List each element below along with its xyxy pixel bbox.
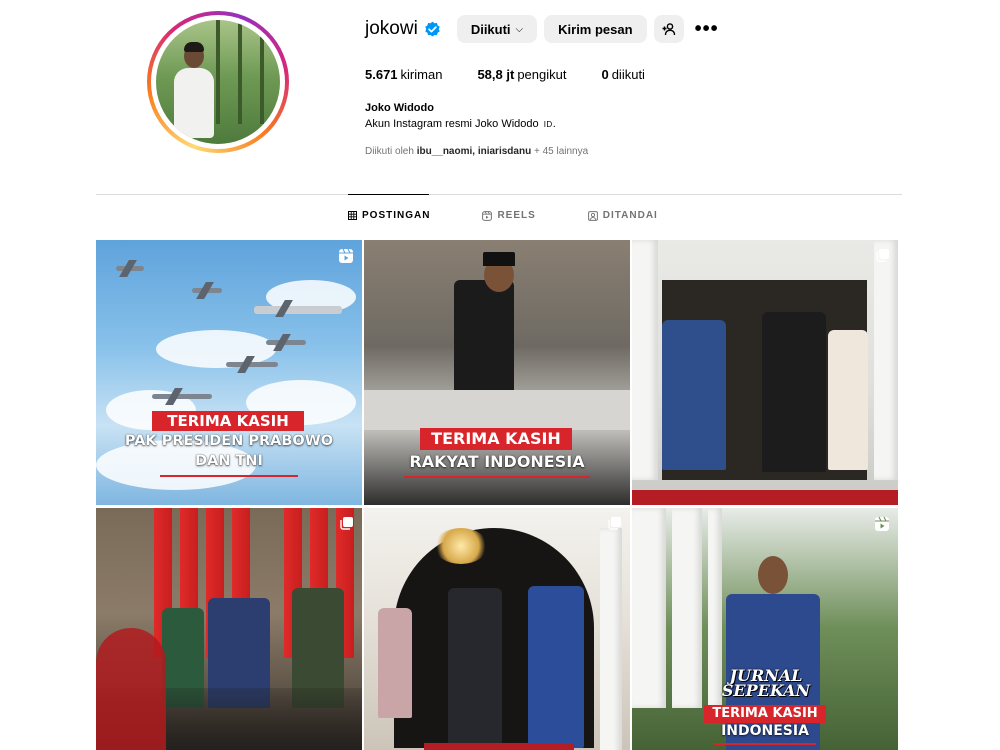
tabs-divider	[96, 194, 902, 195]
chandelier-shape	[434, 528, 488, 564]
reel-icon	[875, 516, 889, 531]
suggest-users-button[interactable]	[653, 15, 684, 43]
carousel-icon	[608, 517, 621, 530]
pillar-shape	[874, 240, 898, 480]
profile-username[interactable]: jokowi	[365, 18, 418, 40]
avatar-tree	[260, 20, 264, 124]
tab-tagged-label: DITANDAI	[602, 210, 658, 221]
post-caption-line: INDONESIA	[721, 723, 809, 739]
stat-followers-label: pengikut	[517, 67, 567, 82]
photo-subject	[762, 312, 826, 472]
jet-shape	[254, 306, 342, 314]
post-tile[interactable]	[632, 240, 898, 505]
red-carpet	[424, 743, 574, 750]
profile-stats: 5.671 kiriman 58,8 jt pengikut 0 diikuti	[365, 67, 680, 82]
grid-icon	[348, 211, 357, 220]
tagged-icon	[587, 210, 598, 221]
photo-subject	[528, 586, 584, 748]
jet-shape	[192, 288, 222, 293]
blurred-foreground	[96, 628, 166, 750]
chevron-down-icon: ⌵	[515, 23, 524, 35]
profile-full-name: Joko Widodo	[365, 102, 434, 114]
profile-bio: Akun Instagram resmi Joko Widodo ID.	[365, 118, 556, 130]
pillar-shape	[600, 528, 622, 750]
followed-by-users[interactable]: ibu__naomi, iniarisdanu	[417, 146, 531, 157]
bio-flag: ID	[543, 120, 553, 129]
post-underline	[404, 476, 590, 478]
stat-posts-value: 5.671	[365, 67, 398, 82]
posts-grid: TERIMA KASIH PAK PRESIDEN PRABOWO DAN TN…	[96, 240, 902, 750]
stat-followers-value: 58,8 jt	[477, 67, 515, 82]
avatar-person-hair	[184, 42, 204, 52]
avatar-photo	[156, 20, 280, 144]
stat-following-label: diikuti	[611, 67, 645, 82]
stat-posts: 5.671 kiriman	[365, 67, 442, 82]
avatar-tree	[216, 20, 220, 124]
post-tile[interactable]: JURNAL SEPEKAN TERIMA KASIH INDONESIA	[632, 508, 898, 750]
post-banner: TERIMA KASIH	[420, 428, 572, 450]
post-caption-line: PAK PRESIDEN PRABOWO	[124, 433, 334, 449]
stat-posts-label: kiriman	[400, 67, 443, 82]
followed-by-suffix: + 45 lainnya	[533, 146, 589, 157]
tab-reels-label: REELS	[497, 210, 536, 221]
carousel-icon	[876, 249, 889, 262]
carousel-icon	[340, 517, 353, 530]
photo-subject	[378, 608, 412, 718]
following-button-label: Diikuti	[470, 21, 511, 37]
jet-shape	[152, 394, 212, 399]
photo-subject	[448, 588, 502, 748]
photo-subject	[828, 330, 868, 470]
send-message-label: Kirim pesan	[558, 21, 633, 37]
avatar-person	[174, 68, 214, 138]
post-tile[interactable]: TERIMA KASIH PAK PRESIDEN PRABOWO DAN TN…	[96, 240, 362, 505]
profile-bio-text: Akun Instagram resmi Joko Widodo	[365, 118, 539, 130]
followed-by[interactable]: Diikuti oleh ibu__naomi, iniarisdanu + 4…	[365, 146, 588, 157]
jet-shape	[116, 266, 144, 271]
post-underline	[714, 743, 816, 745]
post-tile[interactable]	[364, 508, 630, 750]
post-banner: TERIMA KASIH	[152, 411, 304, 431]
pillar-shape	[632, 240, 658, 480]
red-carpet	[632, 490, 898, 505]
jurnal-title-line: SEPEKAN	[721, 681, 811, 700]
reel-icon	[339, 248, 353, 263]
tab-posts-label: POSTINGAN	[362, 210, 431, 221]
post-tile[interactable]	[96, 508, 362, 750]
post-banner: TERIMA KASIH	[704, 705, 826, 723]
stat-following-value: 0	[601, 67, 609, 82]
photo-subject	[454, 280, 514, 400]
add-person-icon	[662, 22, 675, 35]
profile-avatar[interactable]	[147, 11, 289, 153]
tab-tagged[interactable]: DITANDAI	[587, 210, 658, 221]
active-tab-indicator	[348, 194, 429, 195]
car-roof	[364, 390, 630, 430]
post-caption-line: DAN TNI	[195, 453, 263, 469]
profile-header-row: jokowi Diikuti ⌵ Kirim pesan •••	[365, 14, 719, 44]
avatar-tree	[238, 20, 242, 124]
stat-following[interactable]: 0 diikuti	[601, 67, 644, 82]
avatar-border	[151, 15, 285, 149]
pillar-shape	[632, 508, 666, 708]
verified-badge-icon	[425, 21, 440, 36]
send-message-button[interactable]: Kirim pesan	[544, 15, 647, 43]
jet-shape	[266, 340, 306, 345]
profile-tabs: POSTINGAN REELS DITANDAI	[348, 210, 710, 221]
reels-icon	[482, 210, 493, 221]
post-tile[interactable]: TERIMA KASIH RAKYAT INDONESIA	[364, 240, 630, 505]
following-button[interactable]: Diikuti ⌵	[456, 15, 538, 43]
post-caption-line: RAKYAT INDONESIA	[409, 452, 585, 471]
jet-shape	[226, 362, 278, 367]
stat-followers[interactable]: 58,8 jt pengikut	[477, 67, 566, 82]
pillar-shape	[672, 508, 702, 708]
photo-subject-head	[758, 556, 788, 594]
more-options-icon[interactable]: •••	[695, 19, 719, 39]
tab-reels[interactable]: REELS	[482, 210, 535, 221]
followed-by-prefix: Diikuti oleh	[365, 146, 414, 157]
photo-subject-peci	[483, 252, 515, 266]
tab-posts[interactable]: POSTINGAN	[348, 210, 430, 221]
photo-subject	[662, 320, 726, 470]
post-underline	[160, 475, 298, 477]
